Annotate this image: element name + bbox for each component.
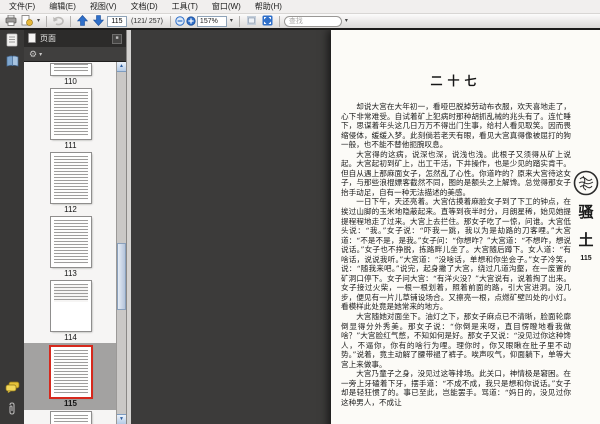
seal-emblem-icon: [573, 170, 599, 196]
thumbnail-label: 112: [64, 205, 77, 214]
toolbar-separator: [170, 16, 171, 27]
page-thumbnail-image: [51, 89, 91, 139]
fullscreen-button[interactable]: [260, 15, 275, 27]
thumbnail-label: 113: [64, 269, 77, 278]
thumbnail-scrollbar[interactable]: ▲ ▼: [116, 62, 126, 424]
fit-width-icon: [246, 14, 257, 29]
thumbnail-label: 114: [64, 333, 77, 342]
thumbnail-label: 111: [64, 141, 76, 150]
thumbnail-label: 110: [64, 77, 77, 86]
paragraph: 大宫随她对面坐下。油灯之下，那女子麻点已不清晰，脸面轮廓倒显得分外秀美。那女子说…: [341, 312, 571, 369]
menu-tools[interactable]: 工具(T): [165, 0, 205, 13]
zoom-in-button[interactable]: [186, 15, 196, 27]
document-pane[interactable]: 二十七 却说大宫在大年初一，看哑巴脱掉劳动布衣服，欢天喜地走了，心下非常难受。自…: [131, 30, 600, 424]
options-gear-icon[interactable]: ⚙: [29, 50, 37, 59]
paragraph: 一日下午，天还亮着。大宫估摸着麻脸女子到了下工的钟点，在挨过山脚的玉米地隐蔽起来…: [341, 197, 571, 312]
menu-document[interactable]: 文档(D): [124, 0, 165, 13]
thumbnail-page-116[interactable]: 116: [24, 410, 117, 424]
search-dropdown-arrow[interactable]: ▾: [343, 18, 350, 24]
print-button[interactable]: [3, 15, 18, 27]
thumbnail-page-110[interactable]: 110: [24, 62, 117, 87]
export-document-icon: [21, 14, 33, 29]
thumbnail-page-113[interactable]: 113: [24, 215, 117, 279]
fit-width-button[interactable]: [244, 15, 259, 27]
page-thumbnail-image: [51, 217, 91, 267]
pages-panel-button[interactable]: [5, 35, 19, 49]
toolbar: ▾ (121/ 257) 157% ▾ ▾: [0, 14, 600, 30]
comments-panel-button[interactable]: [5, 382, 19, 396]
pages-panel: 页面 ■ ⚙ ▾ 110 111 112: [24, 30, 126, 424]
menu-file[interactable]: 文件(F): [2, 0, 42, 13]
printed-page-number: 115: [568, 255, 600, 262]
thumbnail-page-112[interactable]: 112: [24, 151, 117, 215]
paperclip-icon: [6, 402, 18, 421]
toolbar-separator: [70, 16, 71, 27]
previous-page-button[interactable]: [75, 15, 90, 27]
page-thumbnail-image: [51, 153, 91, 203]
page-down-icon: [93, 14, 104, 29]
paragraph: 大宫得的这病，说深也深，说浅也浅。此根子又须得从矿上说起。大宫起初到矿上，出工干…: [341, 150, 571, 198]
zoom-dropdown-arrow[interactable]: ▾: [228, 18, 235, 24]
search-input[interactable]: [284, 16, 342, 27]
toolbar-separator: [46, 16, 47, 27]
previous-view-icon: [52, 14, 65, 29]
thumbnail-page-114[interactable]: 114: [24, 279, 117, 343]
panel-menu-button[interactable]: ■: [112, 34, 122, 44]
thumbnail-page-111[interactable]: 111: [24, 87, 117, 151]
printer-icon: [5, 14, 17, 29]
book-title-char-1: 骚: [568, 205, 600, 220]
pages-panel-title: 页面: [40, 33, 56, 44]
page-thumbnail-image: [51, 347, 91, 397]
pages-panel-header: 页面 ■: [24, 30, 126, 47]
menu-window[interactable]: 窗口(W): [205, 0, 248, 13]
thumbnail-label: 115: [64, 399, 77, 408]
paragraph: 却说大宫在大年初一，看哑巴脱掉劳动布衣服，欢天喜地走了，心下非常难受。自试着矿上…: [341, 102, 571, 150]
pages-panel-options-row: ⚙ ▾: [24, 47, 126, 62]
menu-edit[interactable]: 编辑(E): [42, 0, 83, 13]
pages-icon: [6, 33, 18, 52]
page-thumbnail-icon: [28, 33, 36, 45]
toolbar-separator: [279, 16, 280, 27]
zoom-out-icon: [175, 14, 185, 29]
options-dropdown-arrow[interactable]: ▾: [39, 51, 42, 58]
page-number-input[interactable]: [107, 16, 127, 27]
thumbnail-list: 110 111 112 113 114: [24, 62, 126, 424]
page-margin-decoration: 骚 土 115: [568, 170, 600, 262]
zoom-out-button[interactable]: [175, 15, 185, 27]
page-count-label: (121/ 257): [131, 18, 163, 25]
export-button[interactable]: [19, 15, 34, 27]
menu-bar: 文件(F) 编辑(E) 视图(V) 文档(D) 工具(T) 窗口(W) 帮助(H…: [0, 0, 600, 14]
menu-view[interactable]: 视图(V): [83, 0, 124, 13]
page-thumbnail-image: [51, 64, 91, 75]
navigation-panel-strip: [0, 30, 24, 424]
zoom-level-value: 157%: [200, 18, 218, 25]
page-body-text: 却说大宫在大年初一，看哑巴脱掉劳动布衣服，欢天喜地走了，心下非常难受。自试着矿上…: [341, 102, 571, 408]
page-thumbnail-image: [51, 412, 91, 424]
toolbar-separator: [239, 16, 240, 27]
menu-help[interactable]: 帮助(H): [248, 0, 289, 13]
page-thumbnail-image: [51, 281, 91, 331]
bookmarks-icon: [6, 55, 19, 73]
export-dropdown-arrow[interactable]: ▾: [35, 18, 42, 24]
scrollbar-up-button[interactable]: ▲: [117, 62, 126, 72]
zoom-in-icon: [186, 14, 196, 29]
page-up-icon: [77, 14, 88, 29]
paragraph: 大宫乃童子之身，没见过这等排场。此关口，神情极是窘困。在一旁上牙磕着下牙，摆手道…: [341, 369, 571, 407]
thumbnail-page-115-selected[interactable]: 115: [24, 343, 117, 410]
comments-icon: [5, 380, 20, 398]
attachments-panel-button[interactable]: [5, 404, 19, 418]
chapter-title: 二十七: [341, 72, 571, 89]
zoom-level-field[interactable]: 157%: [197, 16, 227, 27]
book-title-char-2: 土: [568, 233, 600, 248]
scrollbar-thumb[interactable]: [117, 243, 126, 310]
fullscreen-icon: [262, 14, 273, 29]
book-page: 二十七 却说大宫在大年初一，看哑巴脱掉劳动布衣服，欢天喜地走了，心下非常难受。自…: [331, 30, 600, 424]
next-page-button[interactable]: [91, 15, 106, 27]
previous-view-button[interactable]: [51, 15, 66, 27]
bookmarks-panel-button[interactable]: [5, 57, 19, 71]
